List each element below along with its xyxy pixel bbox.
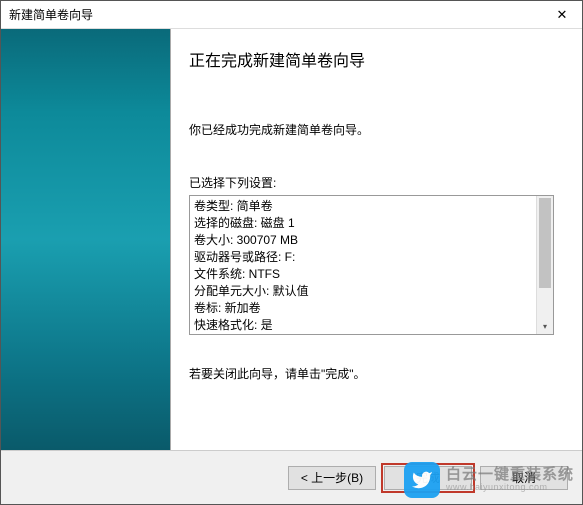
list-item: 文件系统: NTFS bbox=[194, 266, 532, 283]
wizard-window: 新建简单卷向导 ✕ 正在完成新建简单卷向导 你已经成功完成新建简单卷向导。 已选… bbox=[0, 0, 583, 505]
list-item: 卷大小: 300707 MB bbox=[194, 232, 532, 249]
scrollbar-thumb[interactable] bbox=[539, 198, 551, 288]
settings-list: 卷类型: 简单卷 选择的磁盘: 磁盘 1 卷大小: 300707 MB 驱动器号… bbox=[190, 196, 536, 334]
cancel-button[interactable]: 取消 bbox=[480, 466, 568, 490]
scrollbar-down-icon[interactable]: ▾ bbox=[537, 319, 553, 334]
scrollbar[interactable]: ▾ bbox=[536, 196, 553, 334]
settings-listbox[interactable]: 卷类型: 简单卷 选择的磁盘: 磁盘 1 卷大小: 300707 MB 驱动器号… bbox=[189, 195, 554, 335]
close-button[interactable]: ✕ bbox=[542, 1, 582, 29]
page-heading: 正在完成新建简单卷向导 bbox=[189, 47, 554, 71]
list-item: 快速格式化: 是 bbox=[194, 317, 532, 334]
list-item: 卷标: 新加卷 bbox=[194, 300, 532, 317]
list-item: 分配单元大小: 默认值 bbox=[194, 283, 532, 300]
close-icon: ✕ bbox=[557, 7, 568, 23]
list-item: 驱动器号或路径: F: bbox=[194, 249, 532, 266]
wizard-sidebar-image bbox=[1, 29, 171, 450]
back-button[interactable]: < 上一步(B) bbox=[288, 466, 376, 490]
page-hint: 若要关闭此向导，请单击"完成"。 bbox=[189, 365, 554, 382]
finish-button[interactable]: 完成 bbox=[384, 466, 472, 490]
page-intro: 你已经成功完成新建简单卷向导。 bbox=[189, 121, 554, 138]
titlebar: 新建简单卷向导 ✕ bbox=[1, 1, 582, 29]
wizard-content: 正在完成新建简单卷向导 你已经成功完成新建简单卷向导。 已选择下列设置: 卷类型… bbox=[171, 29, 582, 450]
window-body: 正在完成新建简单卷向导 你已经成功完成新建简单卷向导。 已选择下列设置: 卷类型… bbox=[1, 29, 582, 450]
list-item: 卷类型: 简单卷 bbox=[194, 198, 532, 215]
wizard-footer: < 上一步(B) 完成 取消 白云一键重装系统 www.baiyunxitong… bbox=[1, 450, 582, 504]
list-item: 选择的磁盘: 磁盘 1 bbox=[194, 215, 532, 232]
settings-label: 已选择下列设置: bbox=[189, 174, 554, 191]
window-title: 新建简单卷向导 bbox=[9, 6, 542, 23]
